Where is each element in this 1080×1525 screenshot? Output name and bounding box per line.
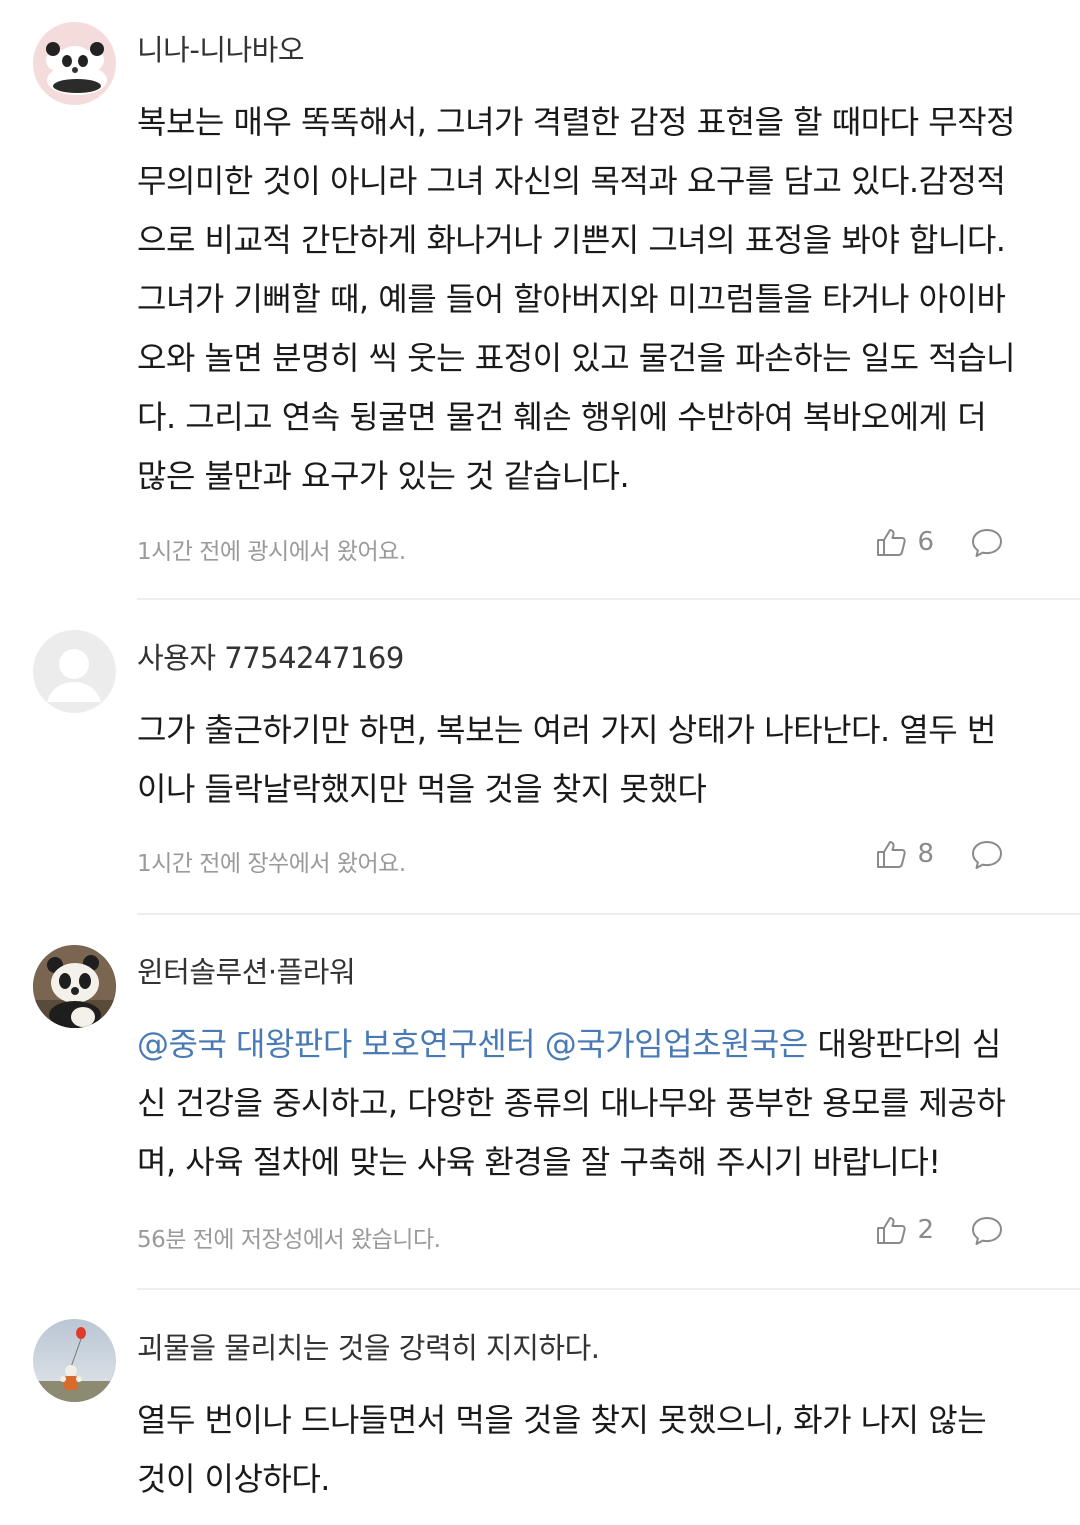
divider (137, 598, 1080, 600)
like-button[interactable]: 2 (875, 1214, 934, 1246)
panda-cub-avatar-icon[interactable] (33, 22, 116, 105)
comment-text: @중국 대왕판다 보호연구센터 @국가임업초원국은 대왕판다의 심 신 건강을 … (137, 1025, 1006, 1181)
reply-button[interactable] (970, 839, 1004, 875)
like-button[interactable]: 6 (875, 526, 934, 558)
comment-bubble-icon (972, 529, 1002, 557)
like-count: 6 (917, 527, 934, 557)
comment-bubble-icon (972, 841, 1002, 869)
thumbs-up-icon (877, 529, 907, 556)
thumbs-up-icon (877, 841, 907, 868)
username[interactable]: 사용자 7754247169 (137, 638, 1042, 678)
balloon-avatar-icon[interactable] (33, 1319, 116, 1402)
comment-item: 사용자 7754247169 그가 출근하기만 하면, 복보는 여러 가지 상태… (0, 630, 1080, 878)
comment-item: 괴물을 물리치는 것을 강력히 지지하다. 열두 번이나 드나들면서 먹을 것을… (0, 1319, 1080, 1509)
like-button[interactable]: 8 (875, 838, 934, 870)
comment-item: 니나-니나바오 복보는 매우 똑똑해서, 그녀가 격렬한 감정 표현을 할 때마… (0, 0, 1080, 566)
comment-meta: 56분 전에 저장성에서 왔습니다. (137, 1227, 441, 1253)
comment-text: 복보는 매우 똑똑해서, 그녀가 격렬한 감정 표현을 할 때마다 무작정 무의… (137, 103, 1016, 495)
like-count: 2 (917, 1215, 934, 1245)
reply-button[interactable] (970, 1215, 1004, 1251)
comment-text: 그가 출근하기만 하면, 복보는 여러 가지 상태가 나타난다. 열두 번 이나… (137, 711, 996, 808)
panda-avatar-icon[interactable] (33, 945, 116, 1028)
comment-meta-row: 1시간 전에 광시에서 왔어요. 6 (137, 526, 1042, 566)
thumbs-up-icon (877, 1217, 907, 1244)
username[interactable]: 니나-니나바오 (137, 30, 1042, 70)
comment-text: 열두 번이나 드나들면서 먹을 것을 찾지 못했으니, 화가 나지 않는 것이 … (137, 1401, 987, 1498)
comment-item: 윈터솔루션·플라워 @중국 대왕판다 보호연구센터 @국가임업초원국은 대왕판다… (0, 945, 1080, 1254)
comment-meta-row: 56분 전에 저장성에서 왔습니다. 2 (137, 1214, 1042, 1254)
divider (137, 913, 1080, 915)
comment-meta-row: 1시간 전에 장쑤에서 왔어요. 8 (137, 838, 1042, 878)
default-user-avatar-icon[interactable] (33, 630, 116, 713)
divider (137, 1288, 1080, 1290)
username[interactable]: 윈터솔루션·플라워 (137, 952, 1042, 992)
like-count: 8 (917, 839, 934, 869)
comment-bubble-icon (972, 1217, 1002, 1245)
comment-meta: 1시간 전에 광시에서 왔어요. (137, 539, 406, 565)
reply-button[interactable] (970, 527, 1004, 563)
mention-link[interactable]: @중국 대왕판다 보호연구센터 @국가임업초원국은 (137, 1025, 808, 1063)
comment-meta: 1시간 전에 장쑤에서 왔어요. (137, 851, 406, 877)
username[interactable]: 괴물을 물리치는 것을 강력히 지지하다. (137, 1328, 1042, 1368)
